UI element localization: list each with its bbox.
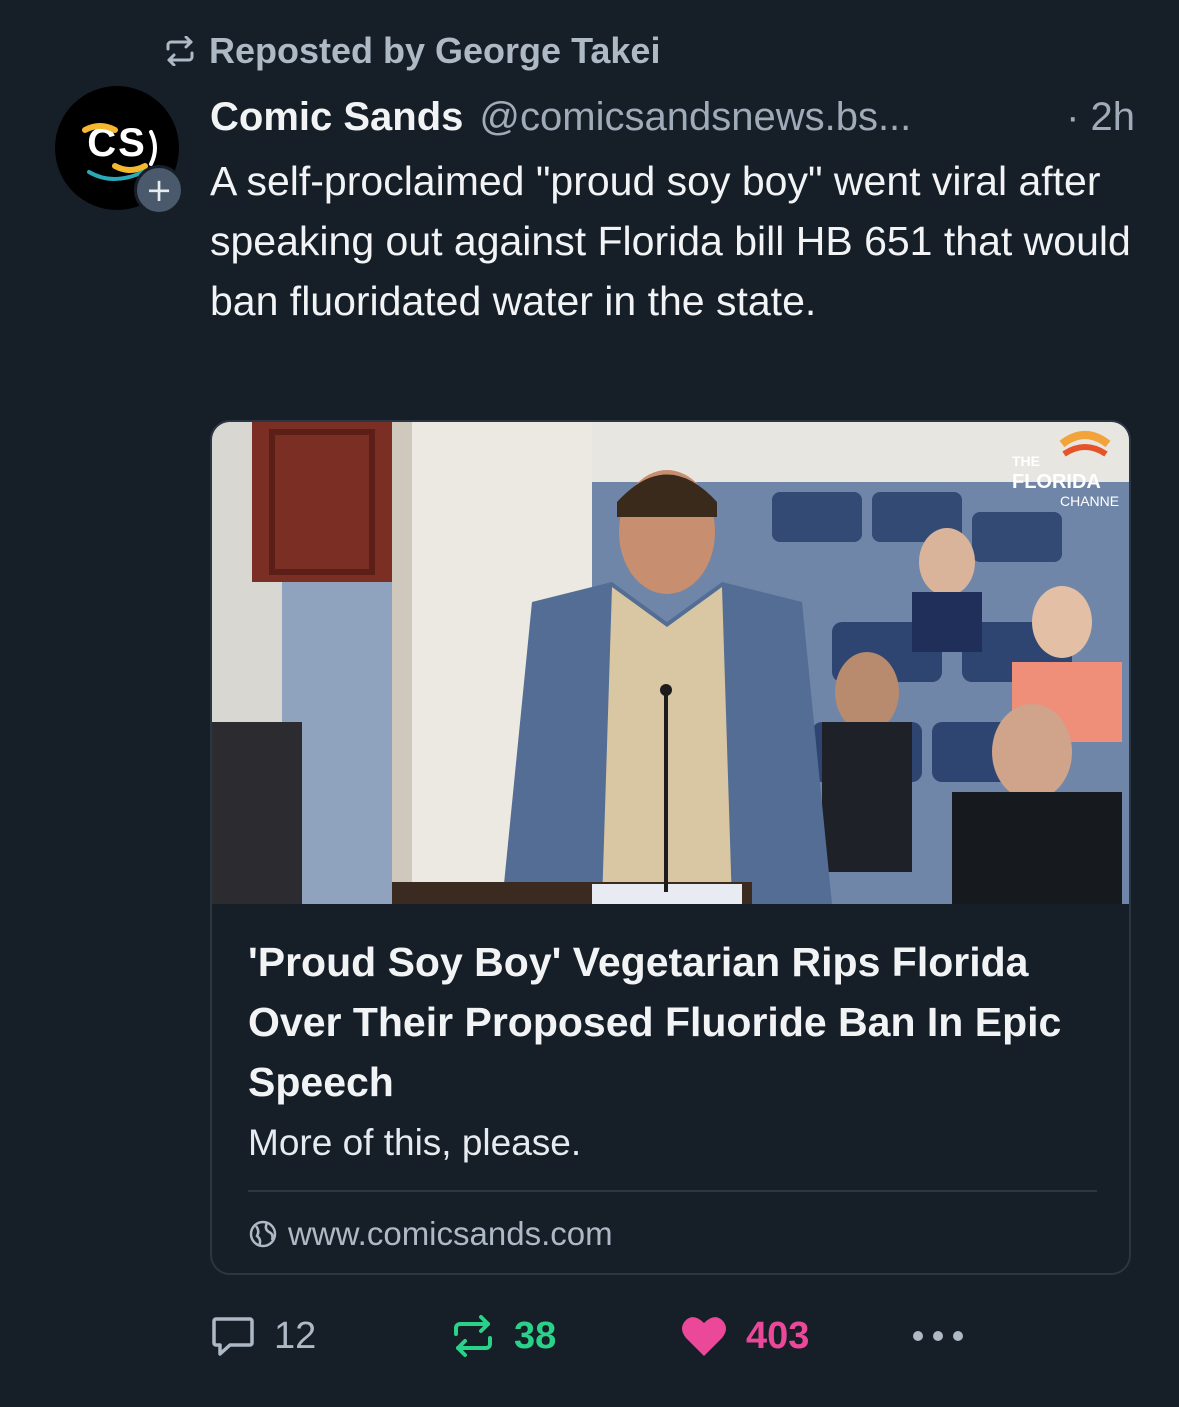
repost-icon: [454, 1315, 492, 1357]
embed-domain: www.comicsands.com: [248, 1212, 613, 1256]
author-name[interactable]: Comic Sands: [210, 95, 463, 140]
like-button[interactable]: 403: [680, 1308, 809, 1364]
post-text: A self-proclaimed "proud soy boy" went v…: [210, 158, 1131, 324]
svg-text:THE: THE: [1012, 453, 1040, 469]
svg-text:FLORIDA: FLORIDA: [1012, 471, 1101, 493]
repost-button[interactable]: 38: [450, 1308, 556, 1364]
globe-icon: [249, 1220, 277, 1248]
post-header: Comic Sands @comicsandsnews.bs... · 2h: [210, 90, 1135, 144]
post-actions: 12 38 403: [210, 1308, 1140, 1364]
more-icon: [913, 1331, 963, 1341]
repost-count: 38: [514, 1314, 557, 1357]
embed-domain-text: www.comicsands.com: [288, 1215, 613, 1252]
embed-thumbnail: THE FLORIDA CHANNE: [212, 422, 1129, 904]
reposted-by-line[interactable]: Reposted by George Takei: [163, 28, 660, 74]
more-options-button[interactable]: [910, 1308, 966, 1364]
author-handle[interactable]: @comicsandsnews.bs...: [479, 95, 911, 140]
reply-icon: [212, 1317, 254, 1356]
embed-title: 'Proud Soy Boy' Vegetarian Rips Florida …: [248, 939, 1062, 1105]
reply-button[interactable]: 12: [210, 1308, 316, 1364]
embed-description: More of this, please.: [248, 1122, 582, 1163]
post-timestamp[interactable]: · 2h: [1066, 95, 1135, 140]
embed-divider: [248, 1190, 1097, 1192]
reply-count: 12: [274, 1314, 317, 1357]
reposted-by-label: Reposted by George Takei: [209, 30, 661, 71]
like-count: 403: [746, 1314, 810, 1357]
heart-icon: [682, 1317, 726, 1356]
follow-plus-icon[interactable]: +: [134, 165, 184, 215]
svg-text:CHANNE: CHANNE: [1060, 493, 1119, 509]
repost-icon: [166, 36, 194, 66]
link-embed-card[interactable]: THE FLORIDA CHANNE 'Proud Soy Boy' Veget…: [210, 420, 1131, 1275]
